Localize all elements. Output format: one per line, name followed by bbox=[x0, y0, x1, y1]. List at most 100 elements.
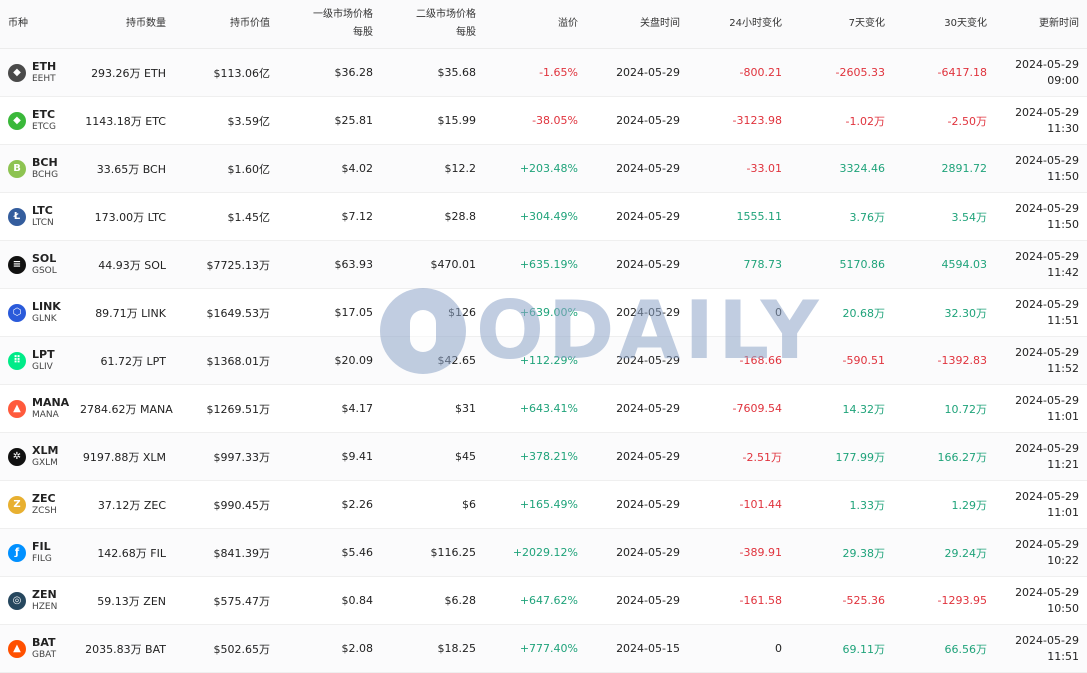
table-row[interactable]: ▲ MANA MANA 2784.62万 MANA $1269.51万 $4.17 $… bbox=[0, 384, 1087, 433]
cell-secondary-price: $18.25 bbox=[381, 624, 484, 673]
change-30d-value: -6417.18 bbox=[937, 66, 987, 79]
table-row[interactable]: ✲ XLM GXLM 9197.88万 XLM $997.33万 $9.41 $45 +… bbox=[0, 432, 1087, 481]
cell-change-24h: 0 bbox=[688, 624, 790, 673]
header-updated[interactable]: 更新时间 bbox=[995, 0, 1087, 49]
cell-change-7d: 3.76万 bbox=[790, 192, 893, 241]
table-row[interactable]: Z ZEC ZCSH 37.12万 ZEC $990.45万 $2.26 $6 +165… bbox=[0, 480, 1087, 529]
secondary-price-value: $45 bbox=[455, 450, 476, 463]
cell-holdings-usd: $7725.13万 bbox=[174, 240, 278, 289]
header-change-24h[interactable]: 24小时变化 bbox=[688, 0, 790, 49]
primary-price-value: $5.46 bbox=[341, 546, 374, 559]
cell-coin[interactable]: Ł LTC LTCN bbox=[0, 192, 72, 241]
table-row[interactable]: B BCH BCHG 33.65万 BCH $1.60亿 $4.02 $12.2 +20… bbox=[0, 144, 1087, 193]
cell-premium: -1.65% bbox=[484, 48, 586, 97]
cell-holdings: 2784.62万 MANA bbox=[72, 384, 174, 433]
cell-primary-price: $2.08 bbox=[278, 624, 381, 673]
holdings-usd-value: $1368.01万 bbox=[206, 354, 271, 368]
cell-holdings-usd: $1.60亿 bbox=[174, 144, 278, 193]
fund-ticker: GXLM bbox=[32, 457, 58, 468]
cell-coin[interactable]: ▲ MANA MANA bbox=[0, 384, 72, 433]
header-coin[interactable]: 币种 bbox=[0, 0, 72, 49]
table-row[interactable]: ⠿ LPT GLIV 61.72万 LPT $1368.01万 $20.09 $42.… bbox=[0, 336, 1087, 385]
table-row[interactable]: ◆ ETC ETCG 1143.18万 ETC $3.59亿 $25.81 $15.9… bbox=[0, 96, 1087, 145]
secondary-price-value: $15.99 bbox=[437, 114, 477, 127]
cell-change-7d: 1.33万 bbox=[790, 480, 893, 529]
cell-coin[interactable]: ◎ ZEN HZEN bbox=[0, 576, 72, 625]
cell-coin[interactable]: ƒ FIL FILG bbox=[0, 528, 72, 577]
holdings-usd-value: $575.47万 bbox=[213, 594, 271, 608]
cell-secondary-price: $45 bbox=[381, 432, 484, 481]
cell-premium: +165.49% bbox=[484, 480, 586, 529]
table-row[interactable]: ≡ SOL GSOL 44.93万 SOL $7725.13万 $63.93 $470… bbox=[0, 240, 1087, 289]
updated-time: 09:00 bbox=[1047, 73, 1079, 87]
change-30d-value: -1392.83 bbox=[937, 354, 987, 367]
cell-holdings: 61.72万 LPT bbox=[72, 336, 174, 385]
table-row[interactable]: ◆ ETH EEHT 293.26万 ETH $113.06亿 $36.28 $35.… bbox=[0, 48, 1087, 97]
holdings-usd-value: $113.06亿 bbox=[213, 66, 271, 80]
cell-secondary-price: $116.25 bbox=[381, 528, 484, 577]
header-secondary-price[interactable]: 二级市场价格 每股 bbox=[381, 0, 484, 49]
cell-change-30d: -1392.83 bbox=[893, 336, 995, 385]
coin-symbol: ZEC bbox=[32, 491, 56, 505]
table-row[interactable]: ▲ BAT GBAT 2035.83万 BAT $502.65万 $2.08 $18.… bbox=[0, 624, 1087, 673]
cell-holdings-usd: $502.65万 bbox=[174, 624, 278, 673]
cell-coin[interactable]: ◆ ETC ETCG bbox=[0, 96, 72, 145]
header-close-time[interactable]: 关盘时间 bbox=[586, 0, 688, 49]
cell-coin[interactable]: ✲ XLM GXLM bbox=[0, 432, 72, 481]
fund-ticker: GLNK bbox=[32, 313, 57, 324]
close-time-value: 2024-05-29 bbox=[616, 450, 680, 463]
holdings-usd-value: $1.60亿 bbox=[227, 162, 271, 176]
fund-ticker: ZCSH bbox=[32, 505, 57, 516]
cell-coin[interactable]: Z ZEC ZCSH bbox=[0, 480, 72, 529]
table-row[interactable]: ◎ ZEN HZEN 59.13万 ZEN $575.47万 $0.84 $6.28 +… bbox=[0, 576, 1087, 625]
coin-symbol: LTC bbox=[32, 203, 53, 217]
updated-time: 11:42 bbox=[1047, 265, 1079, 279]
decentraland-icon: ▲ bbox=[8, 399, 26, 418]
primary-price-value: $2.08 bbox=[341, 642, 374, 655]
cell-primary-price: $9.41 bbox=[278, 432, 381, 481]
table-row[interactable]: ⬡ LINK GLNK 89.71万 LINK $1649.53万 $17.05 $1… bbox=[0, 288, 1087, 337]
table-row[interactable]: Ł LTC LTCN 173.00万 LTC $1.45亿 $7.12 $28.8 +3… bbox=[0, 192, 1087, 241]
cell-holdings: 59.13万 ZEN bbox=[72, 576, 174, 625]
livepeer-icon: ⠿ bbox=[8, 351, 26, 370]
holdings-usd-value: $841.39万 bbox=[213, 546, 271, 560]
coin-symbol: XLM bbox=[32, 443, 59, 457]
secondary-price-value: $28.8 bbox=[444, 210, 477, 223]
cell-secondary-price: $31 bbox=[381, 384, 484, 433]
close-time-value: 2024-05-29 bbox=[616, 162, 680, 175]
header-holdings-value[interactable]: 持币价值 bbox=[174, 0, 278, 49]
cell-updated: 2024-05-29 09:00 bbox=[995, 48, 1087, 97]
updated-date: 2024-05-29 bbox=[1015, 249, 1079, 263]
header-change-30d[interactable]: 30天变化 bbox=[893, 0, 995, 49]
header-change-7d[interactable]: 7天变化 bbox=[790, 0, 893, 49]
holdings-usd-value: $1269.51万 bbox=[206, 402, 271, 416]
table-row[interactable]: ƒ FIL FILG 142.68万 FIL $841.39万 $5.46 $116.… bbox=[0, 528, 1087, 577]
cell-holdings-usd: $3.59亿 bbox=[174, 96, 278, 145]
cell-change-24h: -168.66 bbox=[688, 336, 790, 385]
cell-holdings: 37.12万 ZEC bbox=[72, 480, 174, 529]
cell-change-7d: 5170.86 bbox=[790, 240, 893, 289]
updated-date: 2024-05-29 bbox=[1015, 585, 1079, 599]
cell-coin[interactable]: B BCH BCHG bbox=[0, 144, 72, 193]
coin-symbol: ETH bbox=[32, 59, 57, 73]
close-time-value: 2024-05-29 bbox=[616, 114, 680, 127]
cell-coin[interactable]: ▲ BAT GBAT bbox=[0, 624, 72, 673]
cell-updated: 2024-05-29 11:51 bbox=[995, 624, 1087, 673]
header-holdings[interactable]: 持币数量 bbox=[72, 0, 174, 49]
coin-symbol: BAT bbox=[32, 635, 56, 649]
cell-coin[interactable]: ⠿ LPT GLIV bbox=[0, 336, 72, 385]
header-premium[interactable]: 溢价 bbox=[484, 0, 586, 49]
coin-symbol: LINK bbox=[32, 299, 61, 313]
updated-time: 11:21 bbox=[1047, 457, 1079, 471]
header-primary-price[interactable]: 一级市场价格 每股 bbox=[278, 0, 381, 49]
holdings-value: 173.00万 LTC bbox=[94, 210, 166, 224]
cell-coin[interactable]: ◆ ETH EEHT bbox=[0, 48, 72, 97]
cell-coin[interactable]: ⬡ LINK GLNK bbox=[0, 288, 72, 337]
change-7d-value: -1.02万 bbox=[845, 114, 885, 128]
holdings-usd-value: $997.33万 bbox=[213, 450, 271, 464]
chainlink-icon: ⬡ bbox=[8, 303, 26, 322]
primary-price-value: $7.12 bbox=[341, 210, 374, 223]
holdings-value: 89.71万 LINK bbox=[95, 306, 166, 320]
cell-coin[interactable]: ≡ SOL GSOL bbox=[0, 240, 72, 289]
cell-premium: +378.21% bbox=[484, 432, 586, 481]
